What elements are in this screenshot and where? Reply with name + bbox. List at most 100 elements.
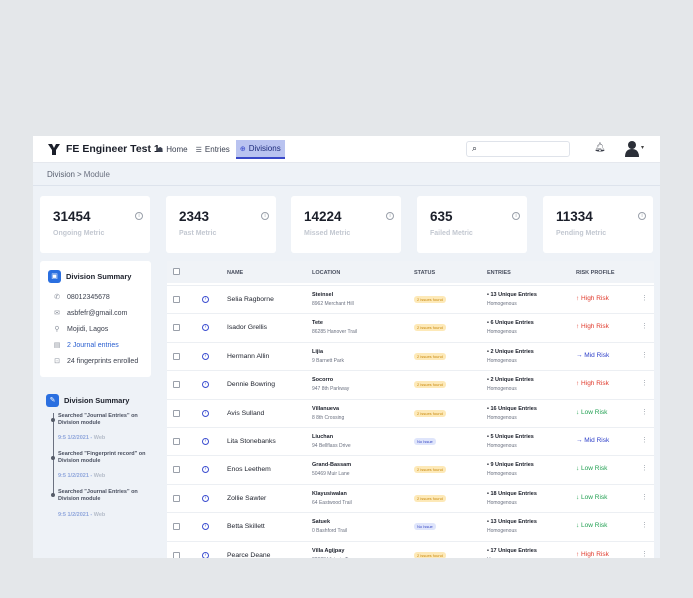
table-row[interactable]: › Avis Sulland Villanueva 8 8th Crossing 2 i… — [167, 398, 654, 427]
row-action-icon[interactable]: › — [202, 352, 209, 360]
info-icon[interactable]: i — [261, 212, 269, 220]
row-entries-type: Homogenous — [487, 329, 517, 336]
nav-entries[interactable]: ☰ Entries — [194, 140, 232, 159]
row-location-city: Lijia — [312, 348, 324, 355]
row-checkbox[interactable] — [173, 296, 180, 303]
search-input[interactable]: ⌕ — [466, 141, 570, 157]
division-summary-title: Division Summary — [66, 272, 132, 281]
activity-header: ✎ Division Summary — [46, 394, 129, 407]
row-action-icon[interactable]: › — [202, 523, 209, 531]
more-options-icon[interactable]: ⋮ — [641, 294, 648, 302]
activity-date-value: 9:5 1/2/2021 — [58, 435, 89, 441]
more-options-icon[interactable]: ⋮ — [641, 550, 648, 558]
row-name: Zollie Sawter — [227, 494, 267, 502]
row-location-address: 9 Barnett Park — [312, 357, 344, 364]
info-icon[interactable]: i — [638, 212, 646, 220]
row-checkbox[interactable] — [173, 352, 180, 360]
column-header-location[interactable]: LOCATION — [312, 270, 340, 276]
table-header: NAME LOCATION STATUS ENTRIES RISK PROFIL… — [167, 261, 654, 283]
row-checkbox[interactable] — [173, 409, 180, 417]
info-icon[interactable]: i — [512, 212, 520, 220]
metric-label: Ongoing Metric — [53, 230, 105, 237]
metric-value: 635 — [430, 209, 453, 224]
nav-divisions[interactable]: ⊕ Divisions — [235, 140, 285, 159]
row-checkbox[interactable] — [173, 438, 180, 445]
more-options-icon[interactable]: ⋮ — [641, 521, 648, 529]
chevron-down-icon[interactable]: ▾ — [641, 144, 644, 151]
breadcrumb-parent[interactable]: Division — [47, 170, 75, 179]
more-options-icon[interactable]: ⋮ — [641, 379, 648, 387]
more-options-icon[interactable]: ⋮ — [641, 322, 648, 330]
breadcrumb: Division > Module — [47, 170, 110, 179]
info-icon[interactable]: i — [386, 212, 394, 220]
nav-divisions-label: Divisions — [248, 144, 281, 153]
row-checkbox[interactable] — [173, 551, 180, 558]
breadcrumb-separator: > — [77, 170, 82, 179]
more-options-icon[interactable]: ⋮ — [641, 351, 648, 359]
journal-entries-link[interactable]: 2 Journal entries — [67, 342, 119, 349]
table-row[interactable]: › Hermann Allin Lijia 9 Barnett Park 2 issue… — [167, 341, 654, 370]
activity-title: Division Summary — [64, 396, 130, 405]
megaphone-icon: ✎ — [46, 394, 59, 407]
bell-icon[interactable]: 🔔︎ — [594, 142, 605, 153]
breadcrumb-bar: Division > Module — [33, 164, 660, 186]
table-row[interactable]: › Isador Grellis Tete 86285 Hanover Trail 2 … — [167, 313, 654, 341]
avatar[interactable] — [625, 140, 639, 157]
location-row: ⚲ Mojidi, Lagos — [53, 325, 108, 334]
row-name: Pearce Deane — [227, 551, 271, 558]
row-action-icon[interactable]: › — [202, 466, 209, 474]
brand[interactable]: FE Engineer Test 1 — [47, 142, 160, 156]
row-checkbox[interactable] — [173, 381, 180, 389]
row-action-icon[interactable]: › — [202, 324, 209, 332]
activity-text: Searched "Journal Entries" on Division m… — [58, 489, 138, 502]
table-row[interactable]: › Enos Leethem Grand-Bassam 50469 Muir Lane… — [167, 455, 654, 483]
more-options-icon[interactable]: ⋮ — [641, 408, 648, 416]
table-row[interactable]: › Lita Stonebanks Liuchan 94 Bellflass Driv… — [167, 427, 654, 455]
fingerprints-value: 24 fingerprints enrolled — [67, 357, 139, 365]
brand-logo-icon — [48, 144, 60, 155]
journal-entries-row[interactable]: ▤ 2 Journal entries — [53, 341, 119, 350]
row-checkbox[interactable] — [173, 324, 180, 332]
status-badge: 2 issues found — [414, 352, 446, 360]
row-action-icon[interactable]: › — [202, 381, 209, 389]
row-location-address: 94 Bellflass Drive — [312, 443, 351, 449]
row-name: Betta Skillett — [227, 523, 265, 531]
more-options-icon[interactable]: ⋮ — [641, 464, 648, 472]
row-checkbox[interactable] — [173, 523, 180, 531]
main-nav: ☗ Home ☰ Entries ⊕ Divisions — [155, 140, 285, 159]
select-all-checkbox[interactable] — [173, 268, 180, 275]
row-location-address: 8962 Merchant Hill — [312, 301, 354, 307]
row-entries-type: Homogenous — [487, 443, 517, 449]
nav-home[interactable]: ☗ Home — [155, 140, 190, 159]
row-action-icon[interactable]: › — [202, 296, 209, 303]
row-location-city: Steinsel — [312, 292, 334, 298]
column-header-risk-profile[interactable]: RISK PROFILE — [576, 270, 615, 276]
column-header-entries[interactable]: ENTRIES — [487, 270, 511, 276]
column-header-status[interactable]: STATUS — [414, 270, 435, 276]
row-entries-count: • 13 Unique Entries — [487, 519, 537, 526]
risk-profile: ↓ Low Risk — [576, 408, 608, 416]
table-row[interactable]: › Betta Skillett Satuek 0 Bashford Trail No … — [167, 512, 654, 540]
row-action-icon[interactable]: › — [202, 409, 209, 417]
status-badge: 2 issues found — [414, 296, 446, 303]
table-row[interactable]: › Dennie Bowring Socorro 947 8th Parkway 2 i… — [167, 370, 654, 398]
risk-profile: ↓ Low Risk — [576, 522, 608, 530]
row-entries-count: • 5 Unique Entries — [487, 434, 534, 440]
row-action-icon[interactable]: › — [202, 551, 209, 558]
table-row[interactable]: › Pearce Deane Villa Agijpay 22023 Victoria… — [167, 540, 654, 558]
location-pin-icon: ⚲ — [54, 326, 60, 333]
row-checkbox[interactable] — [173, 494, 180, 502]
table-row[interactable]: › Selia Ragborne Steinsel 8962 Merchant Hil… — [167, 285, 654, 313]
risk-profile: ↑ High Risk — [576, 380, 609, 388]
column-header-name[interactable]: NAME — [227, 270, 243, 276]
row-action-icon[interactable]: › — [202, 438, 209, 445]
row-action-icon[interactable]: › — [202, 494, 209, 502]
table-row[interactable]: › Zollie Sawter Klayusiwalan 64 Eastwood Tr… — [167, 483, 654, 512]
row-checkbox[interactable] — [173, 466, 180, 474]
info-icon[interactable]: i — [135, 212, 143, 220]
row-entries-type: Homogenous — [487, 357, 517, 364]
status-badge: 2 issues found — [414, 324, 446, 332]
more-options-icon[interactable]: ⋮ — [641, 436, 648, 444]
row-entries-count: • 17 Unique Entries — [487, 547, 537, 554]
more-options-icon[interactable]: ⋮ — [641, 493, 648, 501]
